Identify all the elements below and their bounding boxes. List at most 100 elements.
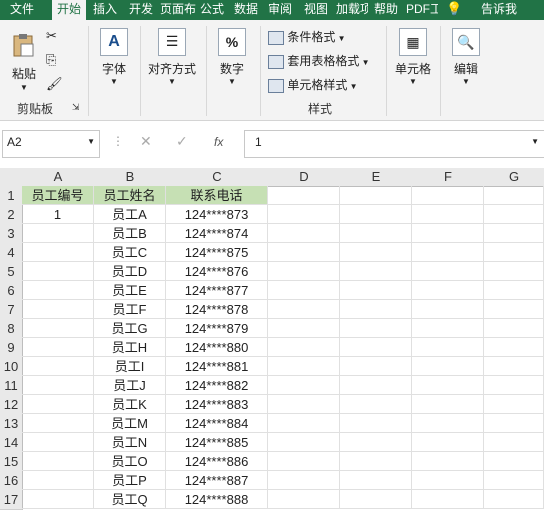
table-cell[interactable]: 员工O xyxy=(94,452,166,471)
select-all[interactable] xyxy=(0,168,23,187)
table-cell[interactable]: 124****882 xyxy=(166,376,268,395)
table-cell[interactable] xyxy=(268,357,340,376)
table-cell[interactable] xyxy=(268,395,340,414)
table-cell[interactable] xyxy=(412,471,484,490)
tab-data[interactable]: 数据 xyxy=(230,0,262,20)
table-cell[interactable] xyxy=(484,357,544,376)
table-cell[interactable] xyxy=(484,262,544,281)
header-cell[interactable]: 员工编号 xyxy=(22,186,94,205)
table-cell[interactable]: 员工J xyxy=(94,376,166,395)
format-painter-icon[interactable]: 🖌 xyxy=(46,76,63,92)
table-cell[interactable] xyxy=(268,414,340,433)
row-header[interactable]: 4 xyxy=(0,243,23,263)
conditional-format-button[interactable]: 条件格式 ▼ xyxy=(268,28,346,45)
table-cell[interactable] xyxy=(340,395,412,414)
table-cell[interactable] xyxy=(412,300,484,319)
table-cell[interactable] xyxy=(484,414,544,433)
table-cell[interactable] xyxy=(268,300,340,319)
alignment-button[interactable]: ☰ 对齐方式 ▼ xyxy=(142,28,202,86)
row-header[interactable]: 11 xyxy=(0,376,23,396)
table-cell[interactable] xyxy=(412,357,484,376)
column-header[interactable]: C xyxy=(166,168,269,187)
cut-icon[interactable]: ✂ xyxy=(46,28,57,44)
table-cell[interactable]: 员工N xyxy=(94,433,166,452)
row-header[interactable]: 9 xyxy=(0,338,23,358)
table-cell[interactable] xyxy=(484,490,544,509)
table-cell[interactable]: 124****883 xyxy=(166,395,268,414)
table-cell[interactable] xyxy=(340,452,412,471)
table-cell[interactable] xyxy=(412,262,484,281)
table-cell[interactable]: 124****877 xyxy=(166,281,268,300)
column-header[interactable]: B xyxy=(94,168,167,187)
table-cell[interactable] xyxy=(412,205,484,224)
table-cell[interactable] xyxy=(484,300,544,319)
cell-styles-button[interactable]: 单元格样式 ▼ xyxy=(268,76,358,93)
row-header[interactable]: 5 xyxy=(0,262,23,282)
table-cell[interactable] xyxy=(22,300,94,319)
table-cell[interactable]: 124****888 xyxy=(166,490,268,509)
row-header[interactable]: 12 xyxy=(0,395,23,415)
number-button[interactable]: % 数字 ▼ xyxy=(212,28,252,86)
table-cell[interactable] xyxy=(268,281,340,300)
table-cell[interactable]: 124****887 xyxy=(166,471,268,490)
table-cell[interactable] xyxy=(484,376,544,395)
table-cell[interactable]: 员工K xyxy=(94,395,166,414)
table-cell[interactable] xyxy=(412,395,484,414)
table-cell[interactable]: 员工D xyxy=(94,262,166,281)
header-cell[interactable]: 员工姓名 xyxy=(94,186,166,205)
table-cell[interactable]: 124****886 xyxy=(166,452,268,471)
header-cell[interactable] xyxy=(484,186,544,205)
table-cell[interactable] xyxy=(268,205,340,224)
table-cell[interactable]: 员工H xyxy=(94,338,166,357)
table-cell[interactable] xyxy=(22,490,94,509)
table-cell[interactable] xyxy=(340,414,412,433)
table-cell[interactable]: 124****884 xyxy=(166,414,268,433)
table-cell[interactable]: 1 xyxy=(22,205,94,224)
row-header[interactable]: 13 xyxy=(0,414,23,434)
tab-addins[interactable]: 加载项 xyxy=(336,0,368,20)
column-header[interactable]: F xyxy=(412,168,485,187)
table-cell[interactable]: 员工M xyxy=(94,414,166,433)
table-cell[interactable] xyxy=(22,376,94,395)
table-cell[interactable]: 员工I xyxy=(94,357,166,376)
column-header[interactable]: G xyxy=(484,168,544,187)
table-cell[interactable] xyxy=(268,319,340,338)
table-cell[interactable]: 员工F xyxy=(94,300,166,319)
table-cell[interactable]: 员工A xyxy=(94,205,166,224)
table-cell[interactable] xyxy=(340,224,412,243)
dialog-launcher-icon[interactable]: ⇲ xyxy=(72,102,80,113)
editing-button[interactable]: 🔍 编辑 ▼ xyxy=(446,28,486,86)
formula-input[interactable]: 1 ▼ xyxy=(244,130,544,158)
table-cell[interactable] xyxy=(412,414,484,433)
table-cell[interactable] xyxy=(484,338,544,357)
fx-icon[interactable]: fx xyxy=(214,135,223,149)
table-cell[interactable] xyxy=(268,262,340,281)
format-as-table-button[interactable]: 套用表格格式 ▼ xyxy=(268,52,370,69)
table-cell[interactable]: 员工G xyxy=(94,319,166,338)
table-cell[interactable]: 124****876 xyxy=(166,262,268,281)
table-cell[interactable] xyxy=(412,452,484,471)
table-cell[interactable] xyxy=(22,395,94,414)
table-cell[interactable] xyxy=(22,433,94,452)
row-header[interactable]: 3 xyxy=(0,224,23,244)
column-header[interactable]: D xyxy=(268,168,341,187)
table-cell[interactable] xyxy=(340,281,412,300)
table-cell[interactable] xyxy=(484,224,544,243)
row-header[interactable]: 7 xyxy=(0,300,23,320)
table-cell[interactable] xyxy=(22,281,94,300)
table-cell[interactable] xyxy=(412,433,484,452)
table-cell[interactable] xyxy=(484,433,544,452)
table-cell[interactable] xyxy=(268,471,340,490)
table-cell[interactable] xyxy=(22,414,94,433)
header-cell[interactable]: 联系电话 xyxy=(166,186,268,205)
paste-button[interactable]: 粘贴 ▼ xyxy=(6,32,42,92)
row-header[interactable]: 2 xyxy=(0,205,23,225)
row-header[interactable]: 10 xyxy=(0,357,23,377)
tab-formulas[interactable]: 公式 xyxy=(198,0,226,20)
table-cell[interactable] xyxy=(412,319,484,338)
table-cell[interactable]: 124****880 xyxy=(166,338,268,357)
table-cell[interactable] xyxy=(484,471,544,490)
table-cell[interactable] xyxy=(268,338,340,357)
tab-help[interactable]: 帮助 xyxy=(370,0,402,20)
table-cell[interactable]: 124****878 xyxy=(166,300,268,319)
